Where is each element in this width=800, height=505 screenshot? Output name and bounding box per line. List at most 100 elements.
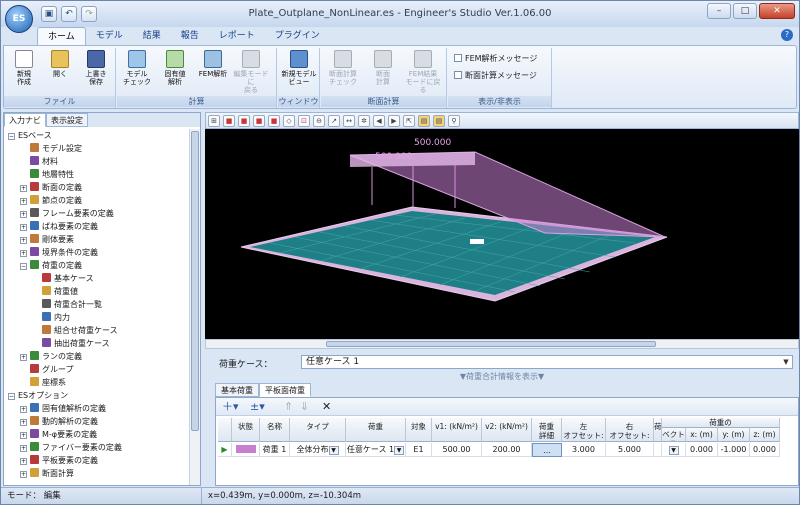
tree-item[interactable]: グループ: [20, 363, 74, 376]
tree-item[interactable]: + ファイバー要素の定義: [20, 441, 122, 454]
expand-icon[interactable]: +: [20, 211, 27, 218]
app-menu-button[interactable]: ES: [5, 5, 33, 33]
column-header[interactable]: 荷: [654, 418, 662, 442]
zoom-window-icon[interactable]: ⊡: [298, 114, 310, 127]
column-header[interactable]: v2: (kN/m²): [482, 418, 532, 442]
move-down-icon[interactable]: ⇓: [300, 400, 309, 413]
cell-detail[interactable]: …: [532, 443, 562, 457]
tab-input-navi[interactable]: 入力ナビ: [4, 113, 46, 127]
expand-icon[interactable]: +: [20, 406, 27, 413]
move-up-icon[interactable]: ⇑: [284, 400, 293, 413]
tree-item[interactable]: + 剛体要素: [20, 233, 74, 246]
tree-item[interactable]: 荷重合計一覧: [32, 298, 102, 311]
tree-item[interactable]: 材料: [20, 155, 58, 168]
tab-home[interactable]: ホーム: [37, 27, 86, 45]
collapse-icon[interactable]: −: [8, 393, 15, 400]
select-icon[interactable]: ⇱: [403, 114, 415, 127]
close-button[interactable]: ✕: [759, 3, 795, 19]
tree-item[interactable]: + フレーム要素の定義: [20, 207, 114, 220]
tree-item[interactable]: モデル設定: [20, 142, 82, 155]
tree-scrollbar[interactable]: [189, 129, 200, 485]
rotate-icon[interactable]: ↗: [328, 114, 340, 127]
tree-item[interactable]: + 断面計算: [20, 467, 74, 480]
tree-item[interactable]: + 固有値解析の定義: [20, 402, 106, 415]
pan-icon[interactable]: ↔: [343, 114, 355, 127]
cell-right-offset[interactable]: 5.000: [606, 443, 654, 457]
column-header[interactable]: x: (m): [686, 428, 718, 442]
chevron-down-icon[interactable]: ▼: [781, 357, 791, 367]
expand-icon[interactable]: +: [20, 250, 27, 257]
search-icon[interactable]: ⚲: [448, 114, 460, 127]
column-header[interactable]: [218, 418, 232, 442]
column-header[interactable]: 対象: [406, 418, 432, 442]
back-to-edit-button[interactable]: 編集モードに 戻る: [233, 50, 269, 94]
tree-scroll-thumb[interactable]: [191, 131, 199, 431]
column-header[interactable]: 荷重: [346, 418, 406, 442]
expand-icon[interactable]: +: [20, 419, 27, 426]
chevron-down-icon[interactable]: ▼: [668, 446, 679, 455]
load-case-select[interactable]: 任意ケース 1 ▼: [301, 355, 793, 369]
chevron-down-icon[interactable]: ▼: [328, 446, 339, 455]
expand-icon[interactable]: +: [20, 432, 27, 439]
tree-item[interactable]: − ESベース: [8, 129, 52, 142]
orbit-icon[interactable]: ✲: [358, 114, 370, 127]
layer-icon[interactable]: ▤: [418, 114, 430, 127]
column-header[interactable]: タイプ: [290, 418, 346, 442]
expand-icon[interactable]: +: [20, 237, 27, 244]
column-header[interactable]: 荷重 詳細: [532, 418, 562, 442]
column-header[interactable]: 右 オフセット: (m): [606, 418, 654, 442]
cell-y[interactable]: -1.000: [718, 443, 750, 457]
minimize-button[interactable]: –: [707, 3, 731, 19]
cell-z[interactable]: 0.000: [750, 443, 780, 457]
tab-plate-surface-load[interactable]: 平板面荷重: [259, 383, 311, 397]
expand-icon[interactable]: +: [20, 224, 27, 231]
tree-item[interactable]: 組合せ荷重ケース: [32, 324, 118, 337]
cell-extra[interactable]: [654, 443, 662, 457]
section-calc-button[interactable]: 断面 計算: [365, 50, 401, 86]
view-front-icon[interactable]: ■: [223, 114, 235, 127]
column-header[interactable]: v1: (kN/m²): [432, 418, 482, 442]
tree-item[interactable]: − 荷重の定義: [20, 259, 82, 272]
tree-item[interactable]: 抽出荷重ケース: [32, 337, 110, 350]
load-summary-toggle[interactable]: ▼荷重合計情報を表示▼: [205, 371, 799, 382]
view-top-icon[interactable]: ■: [253, 114, 265, 127]
cell-type[interactable]: 全体分布 ▼: [290, 443, 346, 457]
column-header[interactable]: 左 オフセット: (m): [562, 418, 606, 442]
help-icon[interactable]: ?: [781, 29, 793, 41]
expand-icon[interactable]: +: [20, 471, 27, 478]
forward-icon[interactable]: ▶: [388, 114, 400, 127]
collapse-icon[interactable]: −: [20, 263, 27, 270]
layer2-icon[interactable]: ▤: [433, 114, 445, 127]
tab-model[interactable]: モデル: [86, 27, 133, 45]
column-header[interactable]: 状態: [232, 418, 260, 442]
back-icon[interactable]: ◀: [373, 114, 385, 127]
fem-result-mode-button[interactable]: FEM結果 モードに戻る: [405, 50, 441, 94]
model-viewport[interactable]: 500.000 500.000: [205, 129, 799, 339]
hscroll-thumb[interactable]: [326, 341, 656, 347]
column-header[interactable]: y: (m): [718, 428, 750, 442]
eigen-analysis-button[interactable]: 固有値 解析: [157, 50, 193, 86]
section-check-button[interactable]: 断面計算 チェック: [325, 50, 361, 86]
delete-row-icon[interactable]: ✕: [322, 400, 331, 413]
fem-message-checkbox[interactable]: FEM解析メッセージ: [454, 53, 537, 64]
column-header[interactable]: ベクトル: [662, 428, 686, 442]
model-check-button[interactable]: モデル チェック: [119, 50, 155, 86]
tree-item[interactable]: + 平板要素の定義: [20, 454, 98, 467]
new-file-button[interactable]: 新規 作成: [6, 50, 42, 86]
tab-report[interactable]: レポート: [209, 27, 265, 45]
tree-item[interactable]: 基本ケース: [32, 272, 94, 285]
cell-v1[interactable]: 500.00: [432, 443, 482, 457]
view-iso-icon[interactable]: ■: [268, 114, 280, 127]
tree-item[interactable]: + 境界条件の定義: [20, 246, 98, 259]
maximize-button[interactable]: □: [733, 3, 757, 19]
tree-item[interactable]: + 動的解析の定義: [20, 415, 98, 428]
cell-x[interactable]: 0.000: [686, 443, 718, 457]
expand-icon[interactable]: +: [20, 198, 27, 205]
tree-item[interactable]: 荷重値: [32, 285, 78, 298]
new-model-view-button[interactable]: 新規モデル ビュー: [281, 50, 317, 86]
tab-results[interactable]: 結果: [133, 27, 171, 45]
save-button[interactable]: 上書き 保存: [78, 50, 114, 86]
tree-item[interactable]: + 断面の定義: [20, 181, 82, 194]
expand-icon[interactable]: +: [20, 458, 27, 465]
tree-item[interactable]: 地層特性: [20, 168, 74, 181]
